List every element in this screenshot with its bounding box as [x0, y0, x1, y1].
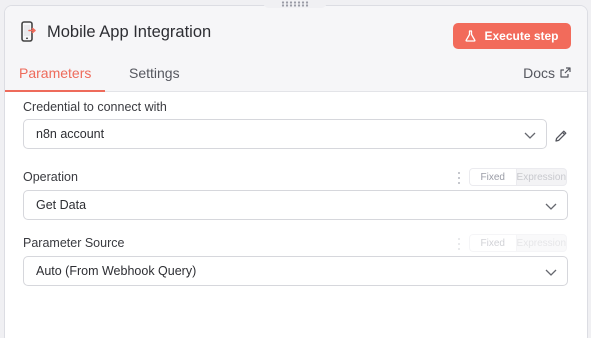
chevron-down-icon	[524, 129, 536, 143]
node-title: Mobile App Integration	[47, 22, 212, 41]
operation-mode-toggle[interactable]: Fixed Expression	[469, 168, 567, 186]
mobile-app-icon	[19, 21, 37, 43]
execute-step-label: Execute step	[484, 29, 559, 43]
node-settings-panel: Mobile App Integration Execute step Para…	[4, 5, 588, 338]
credential-label: Credential to connect with	[23, 100, 167, 114]
drag-dots-icon	[281, 1, 309, 7]
operation-select[interactable]: Get Data	[23, 190, 568, 220]
execute-step-button[interactable]: Execute step	[453, 23, 571, 49]
parameter-source-mode-toggle[interactable]: Fixed Expression	[469, 234, 567, 252]
parameter-source-value: Auto (From Webhook Query)	[36, 264, 197, 278]
operation-mode-fixed[interactable]: Fixed	[470, 169, 517, 185]
chevron-down-icon	[545, 200, 557, 214]
panel-header: Mobile App Integration Execute step Para…	[5, 6, 587, 92]
panel-tabs: Parameters Settings Docs	[5, 63, 587, 92]
parameter-source-label: Parameter Source	[23, 236, 125, 250]
tab-parameters[interactable]: Parameters	[5, 63, 106, 92]
parameters-content: Credential to connect with n8n account O…	[5, 93, 587, 338]
operation-value: Get Data	[36, 198, 87, 212]
credential-select[interactable]: n8n account	[23, 119, 547, 149]
tab-docs[interactable]: Docs	[509, 63, 585, 92]
edit-credential-pencil-icon[interactable]	[554, 129, 568, 148]
tab-settings[interactable]: Settings	[115, 63, 194, 92]
operation-options-icon[interactable]	[457, 172, 461, 184]
credential-value: n8n account	[36, 127, 105, 141]
parameter-source-mode-expression[interactable]: Expression	[517, 235, 566, 251]
parameter-source-options-icon[interactable]	[457, 238, 461, 250]
parameter-source-select[interactable]: Auto (From Webhook Query)	[23, 256, 568, 286]
panel-drag-handle[interactable]	[263, 0, 327, 8]
operation-mode-expression[interactable]: Expression	[517, 169, 566, 185]
parameter-source-mode-fixed[interactable]: Fixed	[470, 235, 517, 251]
external-link-icon	[560, 63, 571, 83]
flask-icon	[465, 30, 477, 42]
operation-label: Operation	[23, 170, 78, 184]
chevron-down-icon	[545, 266, 557, 280]
docs-label: Docs	[523, 65, 555, 81]
title-row: Mobile App Integration	[19, 21, 211, 43]
